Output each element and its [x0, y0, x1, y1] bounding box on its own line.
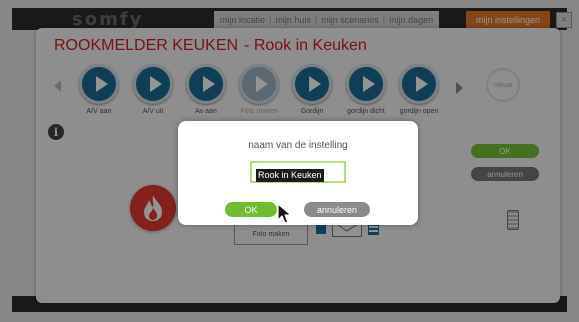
mouse-pointer-icon — [277, 203, 293, 230]
dialog-ok-button[interactable]: OK — [225, 202, 277, 217]
rename-dialog: naam van de instelling Rook in Keuken OK… — [178, 121, 418, 225]
dialog-cancel-button[interactable]: annuleren — [304, 202, 370, 217]
setting-name-value: Rook in Keuken — [256, 169, 324, 182]
setting-name-input[interactable]: Rook in Keuken — [250, 161, 346, 183]
dialog-title: naam van de instelling — [248, 140, 348, 151]
